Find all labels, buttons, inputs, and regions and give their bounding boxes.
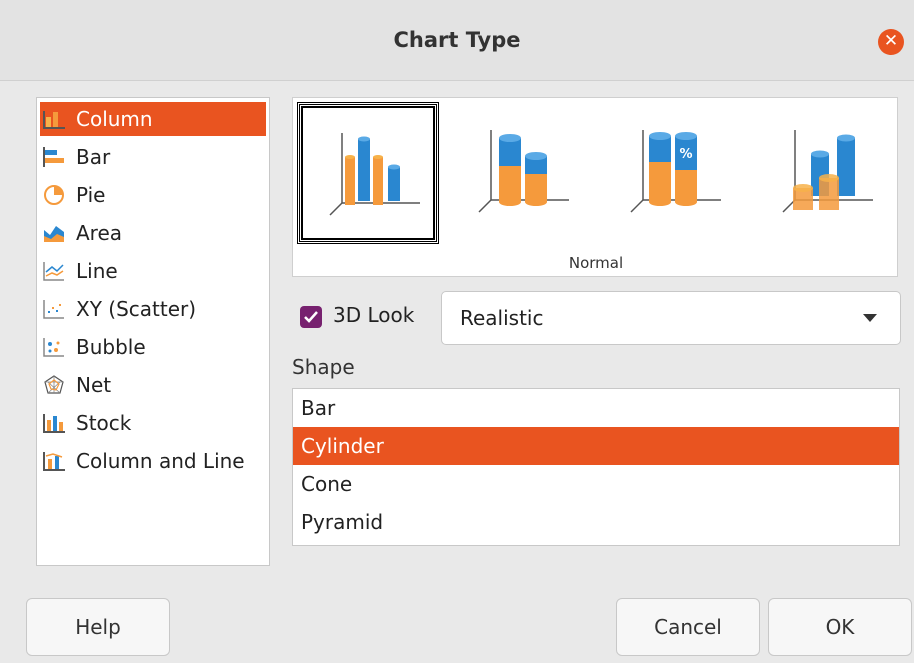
chart-type-label: Pie	[76, 183, 106, 207]
variant-percent-stacked[interactable]: %	[601, 102, 743, 244]
chart-type-bubble[interactable]: Bubble	[40, 330, 266, 364]
3d-scheme-value: Realistic	[460, 306, 544, 330]
percent-stacked-cylinder-chart-icon: %	[630, 130, 721, 213]
bar-chart-icon	[43, 147, 64, 167]
chart-type-label: Net	[76, 373, 112, 397]
stacked-cylinder-chart-icon	[478, 130, 569, 213]
chart-type-net[interactable]: Net	[40, 368, 266, 402]
title-bar: Chart Type ✕	[0, 0, 914, 81]
chart-type-label: Line	[76, 259, 118, 283]
variant-caption: Normal	[568, 254, 624, 272]
net-chart-icon	[44, 375, 64, 394]
column-line-chart-icon	[43, 452, 65, 471]
close-icon: ✕	[883, 31, 899, 51]
pie-chart-icon	[44, 185, 64, 205]
close-button[interactable]: ✕	[878, 29, 904, 55]
chart-type-label: Area	[76, 221, 123, 245]
shape-option-cone[interactable]: Cone	[293, 465, 899, 503]
chart-type-label: Stock	[76, 411, 132, 435]
chart-type-area[interactable]: Area	[40, 216, 266, 250]
dialog-title: Chart Type	[393, 28, 521, 52]
help-button[interactable]: Help	[26, 598, 170, 656]
line-chart-icon	[43, 262, 64, 281]
shape-label: Shape	[292, 355, 355, 379]
variant-normal[interactable]	[297, 102, 439, 244]
chart-type-column[interactable]: Column	[40, 102, 266, 136]
chart-type-stock[interactable]: Stock	[40, 406, 266, 440]
shape-option-cylinder[interactable]: Cylinder	[293, 427, 899, 465]
shape-list[interactable]: Bar Cylinder Cone Pyramid	[292, 388, 900, 546]
chart-type-column-and-line[interactable]: Column and Line	[40, 444, 266, 478]
chart-type-label: XY (Scatter)	[76, 297, 197, 321]
chart-type-scatter[interactable]: XY (Scatter)	[40, 292, 266, 326]
ok-button[interactable]: OK	[768, 598, 912, 656]
chart-type-bar[interactable]: Bar	[40, 140, 266, 174]
variant-deep[interactable]	[753, 102, 895, 244]
scatter-chart-icon	[43, 300, 64, 319]
chart-type-label: Column and Line	[76, 449, 245, 473]
bubble-chart-icon	[43, 338, 64, 357]
deep-cylinder-chart-icon	[782, 130, 873, 213]
shape-option-pyramid[interactable]: Pyramid	[293, 503, 899, 541]
3d-scheme-dropdown[interactable]: Realistic	[441, 291, 901, 345]
chart-type-label: Column	[76, 107, 153, 131]
chart-variant-panel: % Normal	[292, 97, 898, 277]
chart-type-pie[interactable]: Pie	[40, 178, 266, 212]
normal-cylinder-chart-icon	[329, 133, 420, 216]
cancel-button[interactable]: Cancel	[616, 598, 760, 656]
stock-chart-icon	[43, 414, 65, 433]
3d-look-label[interactable]: 3D Look	[333, 303, 414, 327]
chevron-down-icon	[863, 314, 877, 322]
chart-type-label: Bar	[76, 145, 111, 169]
column-chart-icon	[43, 111, 65, 129]
area-chart-icon	[44, 226, 64, 242]
chart-type-label: Bubble	[76, 335, 146, 359]
variant-stacked[interactable]	[449, 102, 591, 244]
shape-option-bar[interactable]: Bar	[293, 389, 899, 427]
3d-look-checkbox[interactable]	[300, 306, 322, 328]
chart-type-line[interactable]: Line	[40, 254, 266, 288]
chart-type-list[interactable]: Column Bar Pie Area Line XY (Scatter) Bu…	[36, 97, 270, 566]
percent-badge: %	[679, 147, 692, 162]
check-icon	[304, 311, 318, 323]
